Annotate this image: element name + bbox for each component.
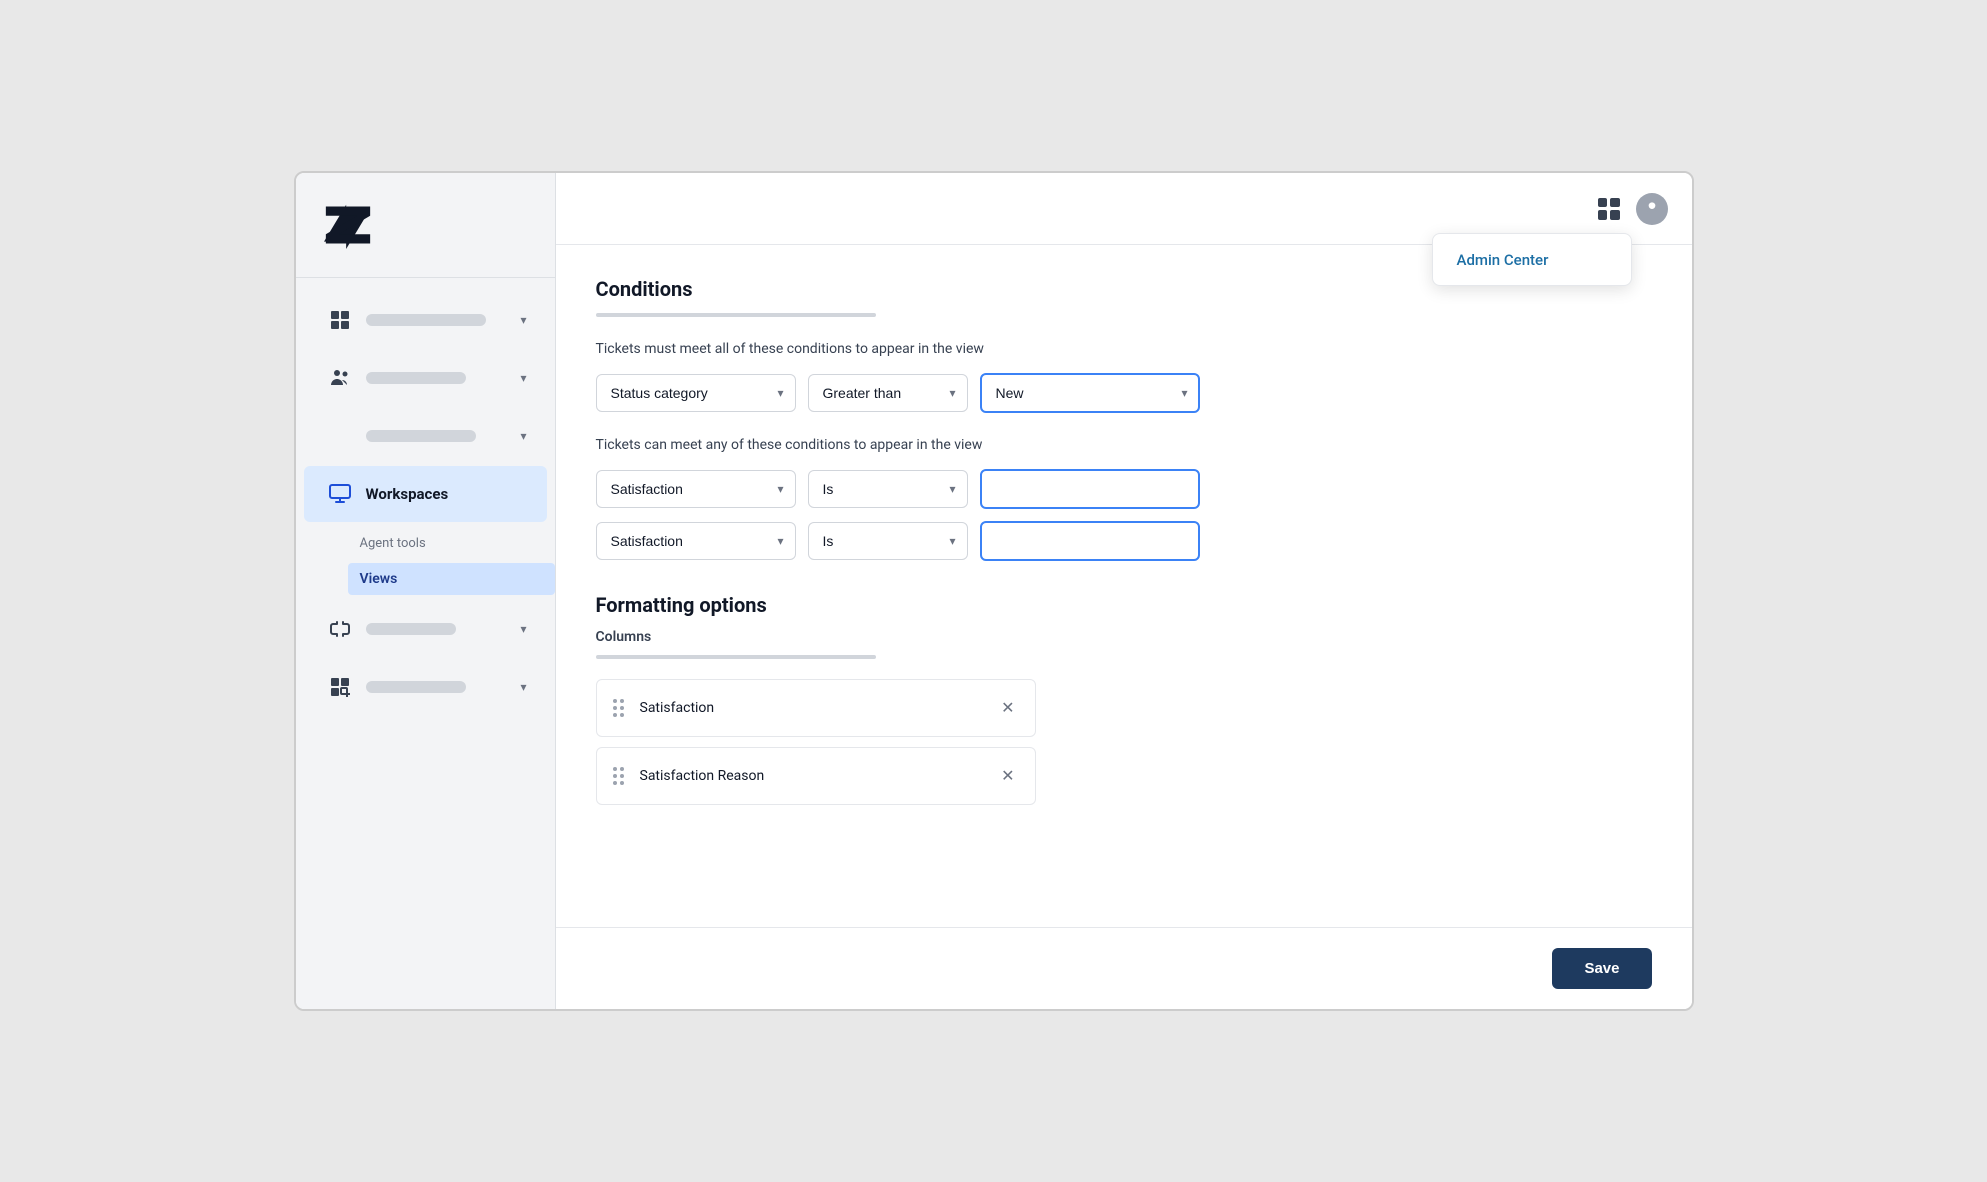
any-condition-row-1: Satisfaction Status category Priority ▾ … — [596, 521, 1652, 561]
chevron-down-icon-channels: ▾ — [520, 429, 526, 443]
any-conditions-text: Tickets can meet any of these conditions… — [596, 437, 1652, 453]
sub-nav-agent-tools: Agent tools — [348, 528, 555, 559]
app-frame: ▾ ▾ ▾ — [294, 171, 1694, 1011]
sidebar-item-buildings[interactable]: ▾ — [304, 292, 547, 348]
sidebar-item-routing[interactable]: ▾ — [304, 601, 547, 657]
chevron-down-icon-users: ▾ — [520, 371, 526, 385]
save-button[interactable]: Save — [1552, 948, 1651, 989]
user-avatar[interactable] — [1636, 193, 1668, 225]
any-operator-select-wrapper-1: Is Is not ▾ — [808, 522, 968, 560]
nav-label-workspaces: Workspaces — [366, 485, 517, 503]
all-condition-row-0: Status category Satisfaction Priority Ty… — [596, 373, 1652, 413]
sidebar-item-apps[interactable]: ▾ — [304, 659, 547, 715]
sidebar-logo — [296, 173, 555, 278]
any-operator-select-wrapper-0: Is Is not ▾ — [808, 470, 968, 508]
sidebar-nav: ▾ ▾ ▾ — [296, 278, 555, 1009]
any-field-select-wrapper-1: Satisfaction Status category Priority ▾ — [596, 522, 796, 560]
any-operator-select-1[interactable]: Is Is not — [808, 522, 968, 560]
formatting-section: Formatting options Columns Satisfaction … — [596, 593, 1652, 805]
drag-handle-satisfaction[interactable] — [613, 699, 624, 717]
sidebar-item-users[interactable]: ▾ — [304, 350, 547, 406]
formatting-title: Formatting options — [596, 593, 1652, 617]
chevron-down-icon: ▾ — [520, 313, 526, 327]
routing-icon — [324, 613, 356, 645]
any-field-select-1[interactable]: Satisfaction Status category Priority — [596, 522, 796, 560]
admin-center-link[interactable]: Admin Center — [1457, 251, 1549, 269]
column-label-satisfaction: Satisfaction — [640, 700, 998, 716]
nav-label-users — [366, 372, 511, 384]
conditions-section: Conditions Tickets must meet all of thes… — [596, 277, 1652, 561]
header-icons — [1598, 193, 1668, 225]
workspaces-icon — [324, 478, 356, 510]
arrows-icon — [324, 420, 356, 452]
header: Admin Center — [556, 173, 1692, 245]
remove-satisfaction-reason-button[interactable]: ✕ — [997, 762, 1018, 790]
drag-handle-satisfaction-reason[interactable] — [613, 767, 624, 785]
column-item-satisfaction-reason: Satisfaction Reason ✕ — [596, 747, 1036, 805]
grid-apps-icon[interactable] — [1598, 198, 1620, 220]
operator-select-0[interactable]: Is Is not Greater than Less than — [808, 374, 968, 412]
field-select-0[interactable]: Status category Satisfaction Priority Ty… — [596, 374, 796, 412]
nav-label-apps — [366, 681, 511, 693]
operator-select-wrapper-0: Is Is not Greater than Less than ▾ — [808, 374, 968, 412]
nav-label-buildings — [366, 314, 511, 326]
column-item-satisfaction: Satisfaction ✕ — [596, 679, 1036, 737]
content-area: Conditions Tickets must meet all of thes… — [556, 245, 1692, 927]
any-value-input-0[interactable]: Good with comment — [980, 469, 1200, 509]
chevron-down-icon-apps: ▾ — [520, 680, 526, 694]
field-select-wrapper-0: Status category Satisfaction Priority Ty… — [596, 374, 796, 412]
zendesk-logo-icon — [320, 201, 376, 249]
sidebar-item-workspaces[interactable]: Workspaces — [304, 466, 547, 522]
any-field-select-wrapper-0: Satisfaction Status category Priority ▾ — [596, 470, 796, 508]
conditions-divider — [596, 313, 876, 317]
columns-divider — [596, 655, 876, 659]
sidebar-item-views[interactable]: Views — [348, 563, 555, 595]
sub-nav-workspaces: Agent tools Views — [296, 524, 555, 599]
apps-icon — [324, 671, 356, 703]
admin-dropdown: Admin Center — [1432, 233, 1632, 286]
buildings-icon — [324, 304, 356, 336]
any-operator-select-0[interactable]: Is Is not — [808, 470, 968, 508]
chevron-down-icon-routing: ▾ — [520, 622, 526, 636]
any-field-select-0[interactable]: Satisfaction Status category Priority — [596, 470, 796, 508]
sidebar-item-channels[interactable]: ▾ — [304, 408, 547, 464]
remove-satisfaction-button[interactable]: ✕ — [997, 694, 1018, 722]
value-select-wrapper-0: New Open Pending On-hold Solved Closed ▾ — [980, 373, 1200, 413]
columns-label: Columns — [596, 629, 1652, 645]
nav-label-routing — [366, 623, 511, 635]
main-content: Admin Center Conditions Tickets must mee… — [556, 173, 1692, 1009]
column-label-satisfaction-reason: Satisfaction Reason — [640, 768, 998, 784]
any-condition-row-0: Satisfaction Status category Priority ▾ … — [596, 469, 1652, 509]
workspaces-label: Workspaces — [366, 485, 449, 503]
all-conditions-text: Tickets must meet all of these condition… — [596, 341, 1652, 357]
nav-label-channels — [366, 430, 511, 442]
any-value-input-1[interactable]: Bad with comment — [980, 521, 1200, 561]
footer: Save — [556, 927, 1692, 1009]
users-icon — [324, 362, 356, 394]
value-select-0[interactable]: New Open Pending On-hold Solved Closed — [980, 373, 1200, 413]
sidebar: ▾ ▾ ▾ — [296, 173, 556, 1009]
